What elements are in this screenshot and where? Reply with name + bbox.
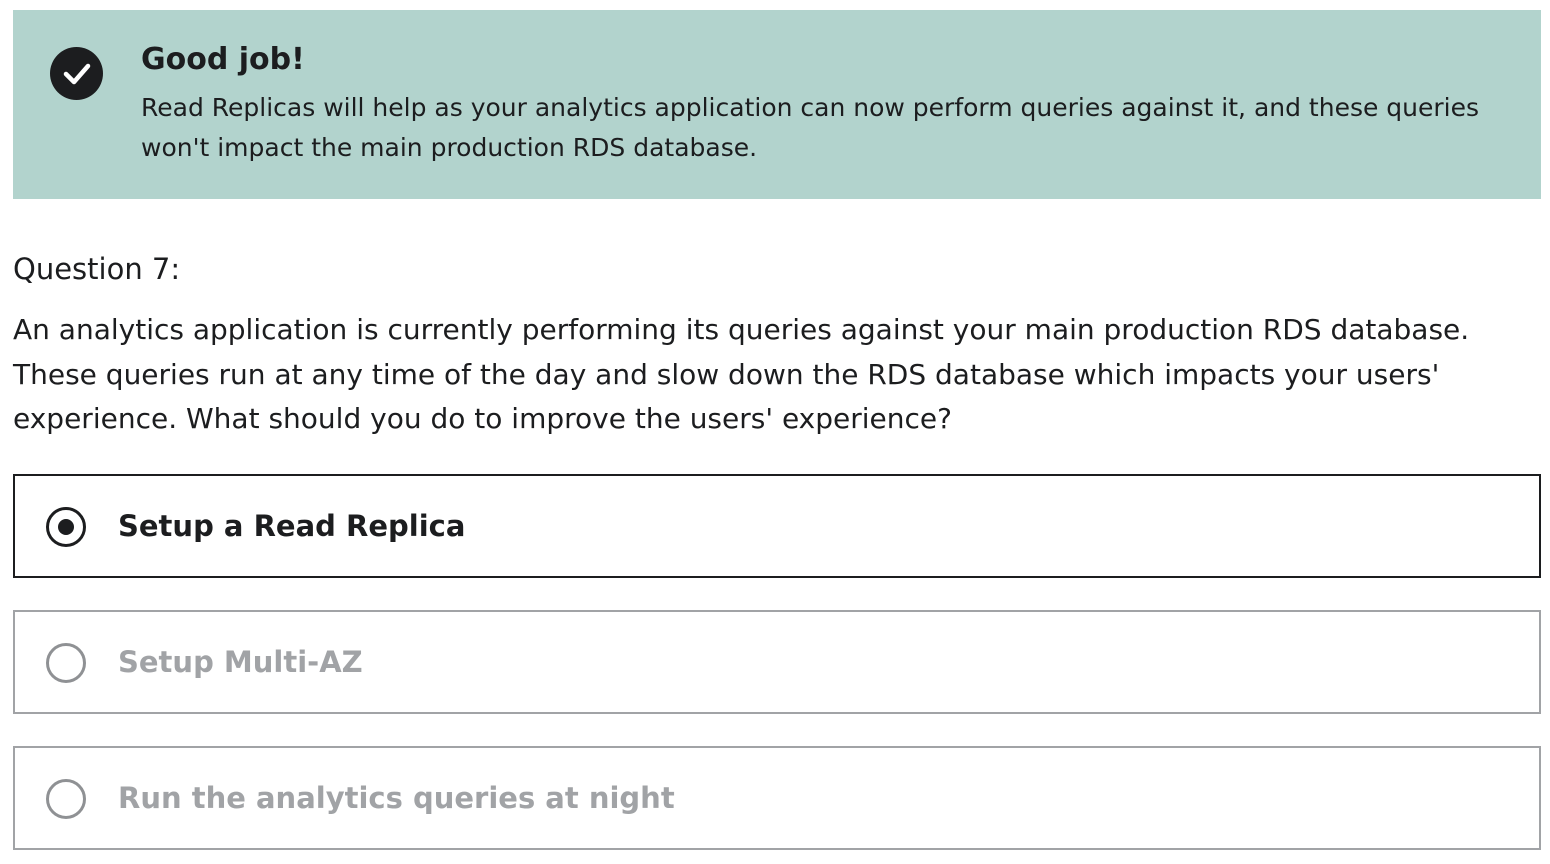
radio-selected-icon[interactable] <box>46 507 86 547</box>
answer-option-night-queries[interactable]: Run the analytics queries at night <box>13 746 1541 850</box>
radio-dot <box>58 519 74 535</box>
feedback-banner: Good job! Read Replicas will help as you… <box>13 10 1541 199</box>
answer-options: Setup a Read Replica Setup Multi-AZ Run … <box>13 474 1541 864</box>
answer-option-read-replica[interactable]: Setup a Read Replica <box>13 474 1541 578</box>
feedback-title: Good job! <box>141 42 305 77</box>
radio-unselected-icon[interactable] <box>46 643 86 683</box>
feedback-message: Read Replicas will help as your analytic… <box>141 93 1480 162</box>
question-number: Question 7: <box>13 252 181 286</box>
answer-option-multi-az[interactable]: Setup Multi-AZ <box>13 610 1541 714</box>
radio-unselected-icon[interactable] <box>46 779 86 819</box>
answer-option-label: Run the analytics queries at night <box>118 781 675 815</box>
quiz-page: Good job! Read Replicas will help as you… <box>0 0 1550 864</box>
check-circle-icon <box>50 47 103 100</box>
answer-option-label: Setup Multi-AZ <box>118 645 363 679</box>
question-text: An analytics application is currently pe… <box>13 313 1470 435</box>
answer-option-label: Setup a Read Replica <box>118 509 466 543</box>
